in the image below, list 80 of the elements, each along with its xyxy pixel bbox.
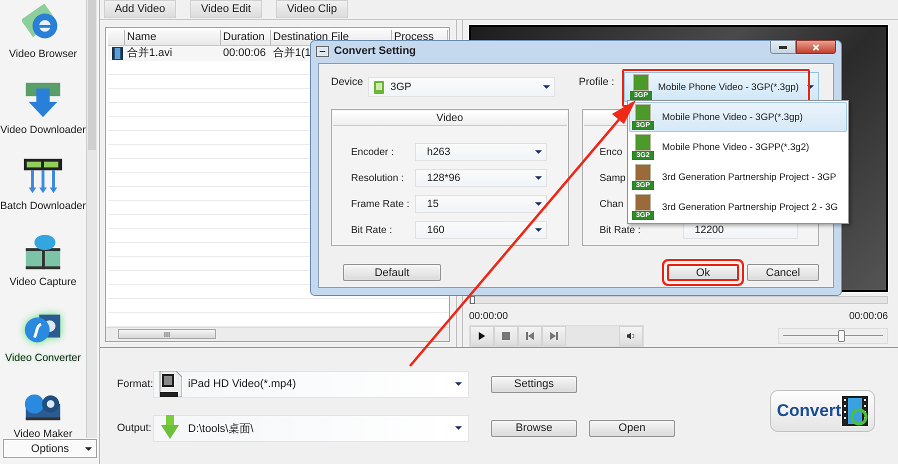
caret-icon [535,176,542,180]
profile-label: Profile : [578,76,616,88]
close-button[interactable] [796,40,836,54]
horizontal-scrollbar[interactable] [106,327,449,341]
device-label: Device [331,76,364,88]
caret-icon [455,382,462,386]
window-menu-icon [316,46,329,56]
toolbar-button[interactable]: Video Edit [190,0,262,18]
field-label: Samp [600,172,626,184]
grip-icon [164,332,170,336]
stop-button[interactable] [494,326,518,346]
column-header[interactable]: Name [125,30,221,45]
open-button[interactable]: Open [589,420,675,436]
skip-back-icon [526,332,534,340]
field-label: Frame Rate : [351,198,410,210]
browse-button[interactable]: Browse [491,420,577,436]
mute-button[interactable] [619,326,643,346]
seek-thumb[interactable] [470,296,475,304]
skip-forward-icon [550,332,558,340]
film-file-icon [158,371,182,397]
sidebar-item[interactable]: Video Capture [0,228,86,304]
group-title: Video [333,111,566,126]
seek-slider[interactable] [469,296,888,304]
stop-icon [502,332,510,340]
sidebar-item[interactable]: Batch Downloader [0,152,86,228]
setting-dropdown[interactable]: 128*96 [415,169,547,187]
format-label: Format: [117,378,153,390]
phone-card-icon [374,80,384,94]
options-dropdown[interactable]: Options [3,439,97,458]
caret-icon [85,446,92,450]
field-label: Resolution : [351,172,405,184]
film-icon [112,47,123,60]
caret-icon [807,85,814,89]
caret-icon [455,426,462,430]
convert-button[interactable]: Convert [770,390,875,432]
table-cell: 合并1(1 [273,47,311,59]
caret-icon [535,150,542,154]
settings-button[interactable]: Settings [491,376,577,392]
default-button[interactable]: Default [343,264,441,281]
play-button[interactable] [470,326,494,346]
minimize-icon [779,46,787,48]
speaker-icon [627,332,635,340]
field-label: Enco [600,146,622,158]
field-label: Bit Rate : [351,224,394,236]
film-refresh-icon [842,396,868,426]
format-dropdown[interactable]: iPad HD Video(*.mp4) [153,370,469,398]
total-time: 00:00:06 [849,311,888,322]
caret-icon [542,85,550,89]
download-arrow-icon [158,415,182,441]
close-icon [812,44,820,50]
toolbar-button[interactable]: Video Clip [276,0,348,18]
play-icon [478,332,486,340]
sidebar-item[interactable]: Video Browser [0,0,86,76]
next-button[interactable] [542,326,566,346]
minimize-button[interactable] [770,40,796,54]
cancel-button[interactable]: Cancel [747,264,819,281]
output-dropdown[interactable]: D:\tools\桌面\ [153,414,469,442]
setting-dropdown[interactable]: 15 [415,195,547,213]
volume-slider[interactable] [778,328,888,344]
previous-button[interactable] [518,326,542,346]
sidebar-item[interactable]: Video Downloader [0,76,86,152]
device-dropdown[interactable]: 3GP [368,77,555,97]
sidebar-scrollbar[interactable] [86,0,97,438]
setting-dropdown[interactable]: h263 [415,143,547,161]
volume-thumb[interactable] [838,330,845,342]
caret-icon [535,202,542,206]
sidebar-item[interactable]: Video Converter [0,304,86,380]
field-label: Bit Rate : [600,224,641,236]
current-time: 00:00:00 [469,311,508,322]
dialog-title: Convert Setting [334,45,416,57]
table-cell: 合并1.avi [127,47,172,59]
column-header[interactable]: Duration [221,30,271,45]
field-label: Chan [600,198,624,210]
table-cell: 00:00:06 [223,47,266,59]
setting-dropdown[interactable]: 160 [415,221,547,239]
output-label: Output: [117,422,152,434]
caret-icon [535,228,542,232]
sidebar-item[interactable]: Video Maker [0,380,86,438]
field-label: Encoder : [351,146,395,158]
toolbar-button[interactable]: Add Video [104,0,176,18]
